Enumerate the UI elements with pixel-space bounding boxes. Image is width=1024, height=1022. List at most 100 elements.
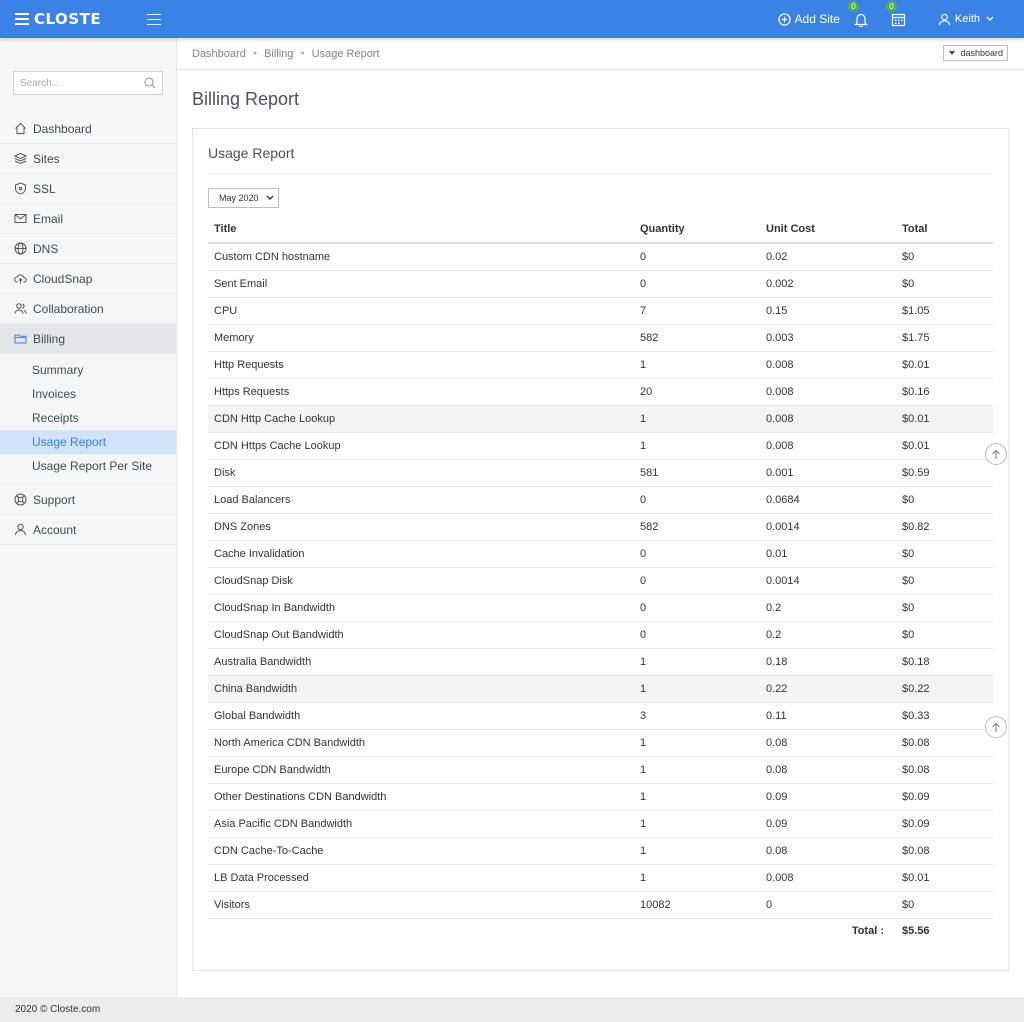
table-body: Custom CDN hostname 0 0.02 $0 Sent Email 0 0.0… <box>208 243 993 919</box>
cell-title: DNS Zones <box>208 513 634 541</box>
subnav-item-usage-report[interactable]: Usage Report <box>0 430 176 454</box>
table-row: Europe CDN Bandwidth 1 0.08 $0.08 <box>208 756 993 784</box>
add-site-label: Add Site <box>794 12 840 26</box>
cell-quantity: 1 <box>634 864 760 892</box>
home-icon <box>15 122 26 134</box>
cell-total: $0.16 <box>896 378 993 406</box>
sidebar-item-billing[interactable]: Billing <box>0 324 176 354</box>
table-row: CloudSnap Out Bandwidth 0 0.2 $0 <box>208 621 993 649</box>
notifications-button[interactable]: 0 <box>847 1 870 28</box>
cell-title: North America CDN Bandwidth <box>208 729 634 757</box>
cell-total: $0.01 <box>896 405 993 433</box>
subnav-item-invoices[interactable]: Invoices <box>0 382 176 406</box>
cell-unit-cost: 0.18 <box>760 648 896 676</box>
table-row: DNS Zones 582 0.0014 $0.82 <box>208 513 993 541</box>
shield-icon <box>15 182 26 195</box>
user-icon <box>938 13 951 25</box>
subnav-item-receipts[interactable]: Receipts <box>0 406 176 430</box>
sidebar-item-label: Support <box>33 492 76 507</box>
cell-total: $0 <box>896 621 993 649</box>
table-row: Visitors 10082 0 $0 <box>208 891 993 919</box>
cell-title: CDN Https Cache Lookup <box>208 432 634 460</box>
sidebar-item-dashboard[interactable]: Dashboard <box>0 114 176 144</box>
cell-title: CPU <box>208 297 634 325</box>
sidebar-item-sites[interactable]: Sites <box>0 144 176 174</box>
month-select-value: May 2020 <box>219 193 259 203</box>
cell-title: Europe CDN Bandwidth <box>208 756 634 784</box>
sidebar-item-cloudsnap[interactable]: CloudSnap <box>0 264 176 294</box>
cell-title: Sent Email <box>208 270 634 298</box>
cell-title: Https Requests <box>208 378 634 406</box>
breadcrumb-billing[interactable]: Billing <box>264 48 293 60</box>
table-row: North America CDN Bandwidth 1 0.08 $0.08 <box>208 729 993 757</box>
cell-quantity: 1 <box>634 675 760 703</box>
table-row: CPU 7 0.15 $1.05 <box>208 297 993 325</box>
brand-logo[interactable]: CLOSTE <box>15 10 145 28</box>
sidebar-item-label: Dashboard <box>33 121 92 136</box>
sidebar-item-account[interactable]: Account <box>0 515 176 545</box>
cell-quantity: 582 <box>634 513 760 541</box>
cell-unit-cost: 0 <box>760 891 896 919</box>
table-row: Asia Pacific CDN Bandwidth 1 0.09 $0.09 <box>208 810 993 838</box>
sidebar-item-support[interactable]: Support <box>0 485 176 515</box>
calendar-button[interactable]: 0 <box>885 1 908 28</box>
cell-quantity: 1 <box>634 837 760 865</box>
scroll-top-button[interactable] <box>985 716 1007 738</box>
search-icon[interactable] <box>144 77 156 89</box>
subnav-item-usage-report-per-site[interactable]: Usage Report Per Site <box>0 454 176 478</box>
cell-title: Global Bandwidth <box>208 702 634 730</box>
menu-toggle-icon[interactable] <box>147 13 161 25</box>
search-input[interactable] <box>20 77 140 89</box>
column-header-unit-cost: Unit Cost <box>760 215 896 244</box>
scroll-top-button[interactable] <box>985 443 1007 465</box>
cell-quantity: 581 <box>634 459 760 487</box>
total-label: Total : <box>851 925 884 938</box>
cell-quantity: 0 <box>634 540 760 568</box>
month-select[interactable]: May 2020 <box>208 188 279 208</box>
caret-down-icon <box>949 51 956 55</box>
cell-unit-cost: 0.008 <box>760 432 896 460</box>
sidebar-item-collaboration[interactable]: Collaboration <box>0 294 176 324</box>
cell-quantity: 0 <box>634 486 760 514</box>
dashboard-select-value: dashboard <box>960 48 1003 58</box>
table-row: CDN Https Cache Lookup 1 0.008 $0.01 <box>208 432 993 460</box>
cell-quantity: 582 <box>634 324 760 352</box>
billing-subnav: Summary Invoices Receipts Usage Report U… <box>0 354 176 485</box>
table-row: Global Bandwidth 3 0.11 $0.33 <box>208 702 993 730</box>
cell-title: Load Balancers <box>208 486 634 514</box>
breadcrumb-dashboard[interactable]: Dashboard <box>192 48 246 60</box>
cell-quantity: 1 <box>634 756 760 784</box>
sidebar-item-ssl[interactable]: SSL <box>0 174 176 204</box>
cell-unit-cost: 0.002 <box>760 270 896 298</box>
dashboard-select[interactable]: dashboard <box>943 45 1008 61</box>
search-box[interactable] <box>13 71 163 95</box>
cell-unit-cost: 0.08 <box>760 729 896 757</box>
cell-total: $0 <box>896 594 993 622</box>
layers-icon <box>14 152 27 165</box>
breadcrumb-separator-icon: ● <box>252 50 258 57</box>
sidebar: Dashboard Sites SSL Email DNS CloudSnap … <box>0 38 177 997</box>
cell-title: CloudSnap In Bandwidth <box>208 594 634 622</box>
sidebar-item-label: SSL <box>33 181 56 196</box>
cell-title: Other Destinations CDN Bandwidth <box>208 783 634 811</box>
add-site-button[interactable]: Add Site <box>777 12 840 26</box>
cell-quantity: 0 <box>634 594 760 622</box>
cell-title: Asia Pacific CDN Bandwidth <box>208 810 634 838</box>
logo-icon <box>15 13 29 25</box>
chevron-down-icon <box>266 195 274 200</box>
user-name: Keith <box>954 13 980 25</box>
cell-total: $0.59 <box>896 459 993 487</box>
cell-title: LB Data Processed <box>208 864 634 892</box>
globe-icon <box>14 242 27 255</box>
table-row: Load Balancers 0 0.0684 $0 <box>208 486 993 514</box>
sidebar-item-email[interactable]: Email <box>0 204 176 234</box>
subnav-item-summary[interactable]: Summary <box>0 358 176 382</box>
table-header-row: Title Quantity Unit Cost Total <box>208 215 993 244</box>
cell-total: $0 <box>896 270 993 298</box>
notifications-badge: 0 <box>847 1 859 12</box>
sidebar-item-dns[interactable]: DNS <box>0 234 176 264</box>
cell-quantity: 1 <box>634 729 760 757</box>
user-menu[interactable]: Keith <box>938 13 998 26</box>
table-row: Custom CDN hostname 0 0.02 $0 <box>208 243 993 271</box>
cell-unit-cost: 0.0684 <box>760 486 896 514</box>
